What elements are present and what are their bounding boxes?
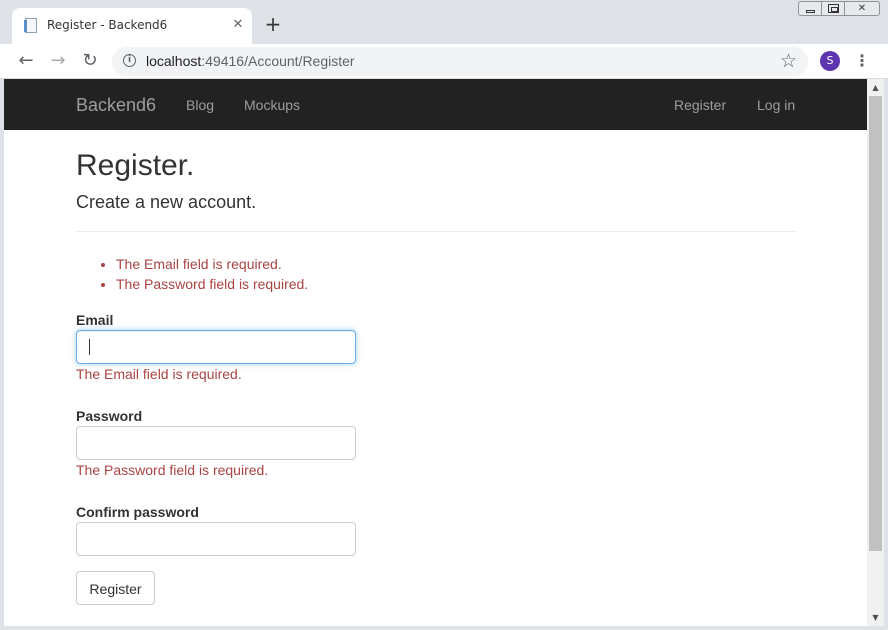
validation-summary: The Email field is required. The Passwor… [76,254,308,294]
address-bar[interactable]: i localhost:49416/Account/Register ☆ [112,47,808,76]
site-navbar: Backend6 Blog Mockups Register Log in [4,79,867,130]
star-icon[interactable]: ☆ [780,50,797,72]
close-window-button[interactable]: ✕ [844,1,880,16]
nav-link-blog[interactable]: Blog [186,97,214,113]
brand-link[interactable]: Backend6 [76,95,156,116]
text-caret [89,339,90,355]
email-field[interactable] [76,330,356,364]
scrollbar-thumb[interactable] [869,96,882,551]
profile-avatar[interactable]: S [820,51,840,71]
close-window-icon: ✕ [857,3,867,14]
validation-summary-item: The Password field is required. [116,274,308,294]
password-error: The Password field is required. [76,462,269,478]
menu-dots-icon[interactable]: ⋮ [854,51,870,71]
minimize-button[interactable] [798,1,822,16]
scroll-up-arrow-icon[interactable]: ▲ [867,79,884,96]
maximize-button[interactable] [821,1,845,16]
tab-title: Register - Backend6 [47,18,168,32]
nav-link-login[interactable]: Log in [757,97,795,113]
page-favicon-icon [24,18,37,33]
url-text[interactable]: localhost:49416/Account/Register [146,53,355,69]
forward-arrow-icon[interactable]: → [46,50,70,72]
browser-tab[interactable]: Register - Backend6 ✕ [12,8,252,44]
url-path: :49416/Account/Register [201,53,355,69]
confirm-password-label: Confirm password [76,504,199,520]
browser-toolbar: ← → ↻ i localhost:49416/Account/Register… [0,44,888,79]
back-arrow-icon[interactable]: ← [14,50,38,72]
nav-link-mockups[interactable]: Mockups [244,97,300,113]
window-controls: ✕ [798,1,880,18]
page-subtitle: Create a new account. [76,192,257,212]
confirm-password-field[interactable] [76,522,356,556]
email-error: The Email field is required. [76,366,242,382]
nav-link-register[interactable]: Register [674,97,726,113]
close-icon[interactable]: ✕ [229,16,247,34]
plus-icon[interactable]: + [263,14,283,34]
password-field[interactable] [76,426,356,460]
divider [76,231,796,232]
restore-icon [828,4,839,13]
email-label: Email [76,312,114,328]
info-icon[interactable]: i [123,54,136,67]
page-title: Register. [76,149,195,182]
validation-summary-item: The Email field is required. [116,254,308,274]
window-frame-bottom [0,626,888,630]
register-button[interactable]: Register [76,571,155,605]
url-host: localhost [146,53,202,69]
minimize-icon [806,10,815,13]
scroll-down-arrow-icon[interactable]: ▼ [867,609,884,626]
password-label: Password [76,408,143,424]
tab-strip: Register - Backend6 ✕ + ✕ [0,0,888,44]
vertical-scrollbar[interactable]: ▲ ▼ [867,79,884,626]
page-viewport: Backend6 Blog Mockups Register Log in Re… [4,79,867,626]
window-frame-right [884,79,888,630]
reload-icon[interactable]: ↻ [78,50,102,72]
